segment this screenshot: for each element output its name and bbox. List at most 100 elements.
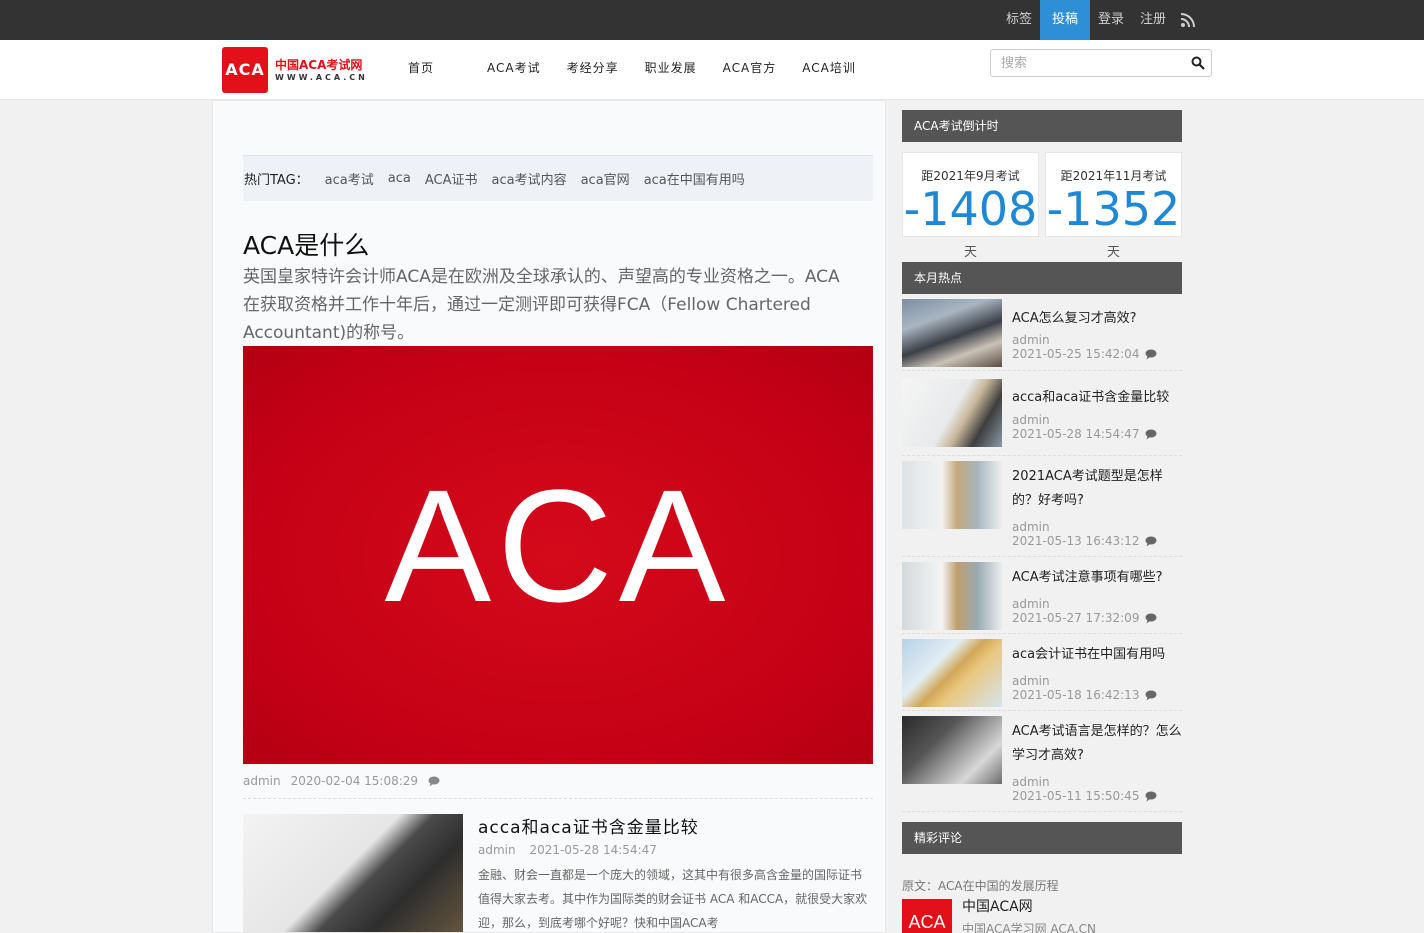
post-date: 2021-05-28 14:54:47 <box>529 843 657 857</box>
hot-author[interactable]: admin <box>1012 520 1050 534</box>
post-thumbnail[interactable] <box>243 814 463 932</box>
post-title[interactable]: acca和aca证书含金量比较 <box>478 813 699 838</box>
hot-meta: 2021-05-11 15:50:45 <box>1012 789 1157 803</box>
countdown-box: 距2021年9月考试 -1408 天 <box>902 152 1039 260</box>
hot-author[interactable]: admin <box>1012 674 1050 688</box>
post-meta: admin 2021-05-28 14:54:47 <box>478 843 667 857</box>
hot-date: 2021-05-25 15:42:04 <box>1012 347 1140 361</box>
hot-tag[interactable]: ACA证书 <box>425 169 478 188</box>
hot-tags-bar: 热门TAG： aca考试 aca ACA证书 aca考试内容 aca官网 aca… <box>243 155 873 201</box>
nav-item-home[interactable]: 首页 <box>395 40 474 96</box>
rss-icon[interactable] <box>1180 12 1196 28</box>
hot-tag[interactable]: aca考试 <box>325 169 374 188</box>
comment-icon[interactable] <box>1145 690 1157 701</box>
comment-icon[interactable] <box>1145 791 1157 802</box>
post-excerpt: 金融、财会一直都是一个庞大的领域，这其中有很多高含金量的国际证书值得大家去考。其… <box>478 868 868 930</box>
hot-thumbnail[interactable] <box>902 716 1002 784</box>
nav-item-career[interactable]: 职业发展 <box>632 40 710 96</box>
featured-author[interactable]: admin <box>243 774 281 788</box>
hot-meta: 2021-05-27 17:32:09 <box>1012 611 1157 625</box>
hot-tag[interactable]: aca <box>388 171 411 186</box>
hot-date: 2021-05-18 16:42:13 <box>1012 688 1140 702</box>
nav-item-official[interactable]: ACA官方 <box>710 40 790 96</box>
logo-mark: ACA <box>222 47 268 93</box>
featured-description: 英国皇家特许会计师ACA是在欧洲及全球承认的、声望高的专业资格之一。ACA在获取… <box>243 267 840 343</box>
hot-author[interactable]: admin <box>1012 413 1050 427</box>
hot-date: 2021-05-13 16:43:12 <box>1012 534 1140 548</box>
hot-tag[interactable]: aca在中国有用吗 <box>644 169 745 188</box>
nav-item-training[interactable]: ACA培训 <box>789 40 869 96</box>
hot-title[interactable]: ACA怎么复习才高效? <box>1012 307 1184 331</box>
hot-meta: 2021-05-18 16:42:13 <box>1012 688 1157 702</box>
top-link-submit[interactable]: 投稿 <box>1039 0 1090 40</box>
countdown-unit: 天 <box>1106 245 1120 260</box>
hot-thumbnail[interactable] <box>902 461 1002 529</box>
featured-date: 2020-02-04 15:08:29 <box>290 774 419 788</box>
hot-thumbnail[interactable] <box>902 299 1002 367</box>
list-item: ACA考试语言是怎样的？怎么学习才高效? admin 2021-05-11 15… <box>902 711 1182 812</box>
countdown-unit: 天 <box>963 245 977 260</box>
hot-title[interactable]: ACA考试语言是怎样的？怎么学习才高效? <box>1012 720 1184 768</box>
post-author[interactable]: admin <box>478 843 516 857</box>
hot-author[interactable]: admin <box>1012 597 1050 611</box>
hot-meta: 2021-05-28 14:54:47 <box>1012 427 1157 441</box>
featured-meta: admin 2020-02-04 15:08:29 <box>243 774 440 788</box>
comment-source[interactable]: 原文：ACA在中国的发展历程 <box>902 877 1059 894</box>
list-item: acca和aca证书含金量比较 admin 2021-05-28 14:54:4… <box>902 371 1182 456</box>
hot-author[interactable]: admin <box>1012 775 1050 789</box>
hot-tags-label: 热门TAG： <box>244 173 309 188</box>
countdown-widget-title: ACA考试倒计时 <box>902 110 1182 142</box>
comments-widget-title: 精彩评论 <box>902 822 1182 854</box>
top-bar: 标签 投稿 登录 注册 <box>0 0 1424 40</box>
comment-icon[interactable] <box>1145 429 1157 440</box>
list-item: ACA怎么复习才高效? admin 2021-05-25 15:42:04 <box>902 299 1182 371</box>
hot-date: 2021-05-28 14:54:47 <box>1012 427 1140 441</box>
hot-title[interactable]: acca和aca证书含金量比较 <box>1012 386 1184 410</box>
nav-item-exam[interactable]: ACA考试 <box>474 40 554 96</box>
hot-title[interactable]: 2021ACA考试题型是怎样的？好考吗? <box>1012 465 1184 513</box>
hot-meta: 2021-05-25 15:42:04 <box>1012 347 1157 361</box>
list-item: aca会计证书在中国有用吗 admin 2021-05-18 16:42:13 <box>902 634 1182 711</box>
hot-thumbnail[interactable] <box>902 562 1002 630</box>
comment-icon[interactable] <box>1145 536 1157 547</box>
comment-icon[interactable] <box>1145 613 1157 624</box>
list-item: 2021ACA考试题型是怎样的？好考吗? admin 2021-05-13 16… <box>902 456 1182 557</box>
logo-url: WWW.ACA.CN <box>275 73 368 82</box>
countdown-value: -1352 <box>1046 182 1181 236</box>
search-input[interactable] <box>991 50 1181 76</box>
hot-thumbnail[interactable] <box>902 379 1002 447</box>
search-icon[interactable] <box>1191 56 1205 70</box>
hot-title[interactable]: ACA考试注意事项有哪些? <box>1012 566 1184 590</box>
top-link-login[interactable]: 登录 <box>1090 0 1132 40</box>
site-logo[interactable]: ACA 中国ACA考试网 WWW.ACA.CN <box>222 47 372 93</box>
nav-item-experience[interactable]: 考经分享 <box>554 40 632 96</box>
countdown-value: -1408 <box>903 182 1038 236</box>
hot-author[interactable]: admin <box>1012 333 1050 347</box>
countdown-widget: 距2021年9月考试 -1408 天 距2021年11月考试 -1352 天 <box>902 152 1182 262</box>
comment-text: 中国ACA学习网 ACA.CN <box>962 922 1096 933</box>
featured-image[interactable]: ACA <box>243 346 873 764</box>
divider <box>243 798 873 799</box>
top-links: 标签 投稿 登录 注册 <box>998 0 1196 40</box>
main-nav: 首页 ACA考试 考经分享 职业发展 ACA官方 ACA培训 <box>395 40 869 96</box>
featured-title[interactable]: ACA是什么 <box>243 226 369 262</box>
comment-author[interactable]: 中国ACA网 <box>962 896 1033 916</box>
main-content: 热门TAG： aca考试 aca ACA证书 aca考试内容 aca官网 aca… <box>212 100 886 933</box>
sidebar: ACA考试倒计时 距2021年9月考试 -1408 天 距2021年11月考试 … <box>902 110 1182 933</box>
top-link-register[interactable]: 注册 <box>1132 0 1174 40</box>
hot-list: ACA怎么复习才高效? admin 2021-05-25 15:42:04 ac… <box>902 299 1182 812</box>
search-box <box>990 49 1212 77</box>
site-header: ACA 中国ACA考试网 WWW.ACA.CN 首页 ACA考试 考经分享 职业… <box>0 40 1424 100</box>
top-link-tags[interactable]: 标签 <box>998 0 1040 40</box>
hot-widget-title: 本月热点 <box>902 262 1182 294</box>
hot-thumbnail[interactable] <box>902 639 1002 707</box>
hot-date: 2021-05-27 17:32:09 <box>1012 611 1140 625</box>
hot-tag[interactable]: aca考试内容 <box>492 169 567 188</box>
hot-title[interactable]: aca会计证书在中国有用吗 <box>1012 643 1184 667</box>
logo-name: 中国ACA考试网 <box>275 58 363 72</box>
comment-icon[interactable] <box>1145 349 1157 360</box>
hot-tag[interactable]: aca官网 <box>581 169 630 188</box>
countdown-box: 距2021年11月考试 -1352 天 <box>1045 152 1182 260</box>
comment-icon[interactable] <box>428 776 440 787</box>
avatar[interactable]: ACA <box>902 899 952 933</box>
